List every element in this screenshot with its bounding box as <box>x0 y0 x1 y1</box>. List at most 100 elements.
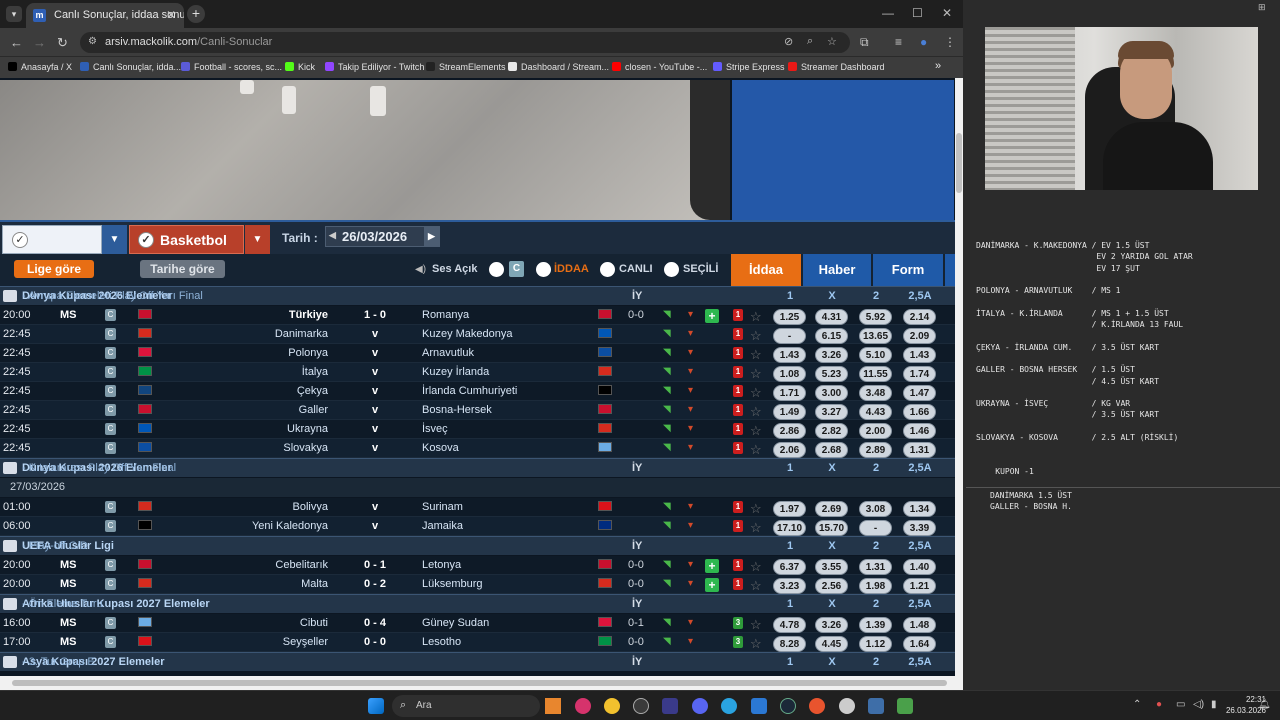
tray-chevron-icon[interactable]: ⌃ <box>1133 699 1141 710</box>
c-badge[interactable]: C <box>105 442 116 454</box>
c-badge[interactable]: C <box>105 366 116 378</box>
match-score[interactable]: v <box>355 423 395 435</box>
odds-button[interactable]: 2.00 <box>859 423 892 439</box>
away-team[interactable]: Güney Sudan <box>422 617 489 629</box>
away-team[interactable]: Bosna-Hersek <box>422 404 492 416</box>
odds-button[interactable]: 1.43 <box>903 347 936 363</box>
stats-icon[interactable]: ▾ <box>688 404 693 415</box>
vertical-scrollbar[interactable] <box>955 78 963 690</box>
media-app-icon[interactable] <box>575 698 591 714</box>
odds-button[interactable]: 3.48 <box>859 385 892 401</box>
favorite-star-icon[interactable]: ☆ <box>750 520 762 536</box>
tv-icon[interactable]: ◥ <box>663 328 671 339</box>
stats-icon[interactable]: ▾ <box>688 385 693 396</box>
away-team[interactable]: Romanya <box>422 309 469 321</box>
site-info-icon[interactable]: ⚙ <box>88 36 97 47</box>
horizontal-scrollbar[interactable] <box>0 676 963 690</box>
away-team[interactable]: Lesotho <box>422 636 461 648</box>
canli-filter-checkbox[interactable] <box>600 262 615 277</box>
away-team[interactable]: Surinam <box>422 501 463 513</box>
bookmark-item[interactable]: StreamElements <box>426 62 506 72</box>
away-team[interactable]: Kuzey Makedonya <box>422 328 513 340</box>
league-header[interactable]: Afrika Uluslar Kupası 2027 Elemeler - Ön … <box>0 594 955 613</box>
favorite-star-icon[interactable]: ☆ <box>750 423 762 439</box>
home-team[interactable]: Malta <box>301 578 328 590</box>
match-score[interactable]: 1 - 0 <box>355 309 395 321</box>
odds-button[interactable]: 1.74 <box>903 366 936 382</box>
bookmark-item[interactable]: closen - YouTube -... <box>612 62 707 72</box>
extensions-icon[interactable]: ⧉ <box>860 35 869 50</box>
bookmark-item[interactable]: Takip Ediliyor - Twitch <box>325 62 424 72</box>
odds-button[interactable]: 1.47 <box>903 385 936 401</box>
odds-button[interactable]: 11.55 <box>859 366 892 382</box>
bookmark-item[interactable]: Football - scores, sc... <box>181 62 282 72</box>
stats-icon[interactable]: ▾ <box>688 520 693 531</box>
odds-button[interactable]: 1.48 <box>903 617 936 633</box>
tv-icon[interactable]: ◥ <box>663 347 671 358</box>
match-score[interactable]: v <box>355 385 395 397</box>
match-score[interactable]: v <box>355 442 395 454</box>
steam-icon[interactable] <box>780 698 796 714</box>
home-team[interactable]: Türkiye <box>289 309 328 321</box>
prev-date-icon[interactable]: ◀ <box>329 230 336 241</box>
stats-icon[interactable]: ▾ <box>688 309 693 320</box>
odds-button[interactable]: 3.00 <box>815 385 848 401</box>
home-team[interactable]: Seyşeller <box>283 636 328 648</box>
odds-button[interactable]: 1.31 <box>903 442 936 458</box>
maximize-icon[interactable]: ☐ <box>912 6 923 20</box>
match-row[interactable]: 20:00 MS C Cebelitarık 0 - 1 Letonya 0-0 ◥ ▾ +1 ☆ 6… <box>0 556 955 575</box>
odds-button[interactable]: 4.31 <box>815 309 848 325</box>
odds-button[interactable]: 1.97 <box>773 501 806 517</box>
home-team[interactable]: Çekya <box>297 385 328 397</box>
odds-button[interactable]: 1.46 <box>903 423 936 439</box>
taskbar-search[interactable]: ⌕ Ara <box>392 695 540 717</box>
tv-icon[interactable]: ◥ <box>663 617 671 628</box>
close-tab-icon[interactable]: ✕ <box>166 8 176 22</box>
match-score[interactable]: 0 - 4 <box>355 617 395 629</box>
odds-button[interactable]: 3.55 <box>815 559 848 575</box>
sound-toggle[interactable]: Ses Açık <box>432 263 477 275</box>
home-team[interactable]: Slovakya <box>283 442 328 454</box>
match-row[interactable]: 16:00 MS C Cibuti 0 - 4 Güney Sudan 0-1 ◥ ▾ 3 ☆ 4.7… <box>0 614 955 633</box>
telegram-icon[interactable] <box>721 698 737 714</box>
c-badge[interactable]: C <box>105 309 116 321</box>
match-row[interactable]: 06:00 C Yeni Kaledonya v Jamaika ◥ ▾ 1 ☆ 17.10 15.… <box>0 517 955 536</box>
match-row[interactable]: 22:45 C Çekya v İrlanda Cumhuriyeti ◥ ▾ 1 ☆ 1.71 3… <box>0 382 955 401</box>
zoom-icon[interactable]: ⌕ <box>807 35 813 48</box>
match-score[interactable]: 0 - 0 <box>355 636 395 648</box>
app-icon[interactable] <box>809 698 825 714</box>
odds-button[interactable]: 1.98 <box>859 578 892 594</box>
odds-button[interactable]: 2.86 <box>773 423 806 439</box>
favorite-star-icon[interactable]: ☆ <box>750 559 762 575</box>
favorite-star-icon[interactable]: ☆ <box>750 385 762 401</box>
home-team[interactable]: İtalya <box>302 366 328 378</box>
stats-icon[interactable]: ▾ <box>688 347 693 358</box>
panel-plus-icon[interactable]: ⊞ <box>1258 2 1266 13</box>
c-badge[interactable]: C <box>105 385 116 397</box>
add-coupon-icon[interactable]: + <box>705 578 719 592</box>
home-team[interactable]: Ukrayna <box>287 423 328 435</box>
match-row[interactable]: 22:45 C Galler v Bosna-Hersek ◥ ▾ 1 ☆ 1.49 3.27 4.4… <box>0 401 955 420</box>
odds-button[interactable]: 3.26 <box>815 617 848 633</box>
c-badge[interactable]: C <box>105 347 116 359</box>
c-filter-checkbox[interactable] <box>489 262 504 277</box>
back-icon[interactable]: ← <box>10 35 23 50</box>
favorite-star-icon[interactable]: ☆ <box>750 501 762 517</box>
start-icon[interactable] <box>368 698 384 714</box>
stats-icon[interactable]: ▾ <box>688 578 693 589</box>
odds-button[interactable]: 1.39 <box>859 617 892 633</box>
add-coupon-icon[interactable]: + <box>705 559 719 573</box>
c-badge[interactable]: C <box>105 617 116 629</box>
odds-button[interactable]: 1.49 <box>773 404 806 420</box>
close-window-icon[interactable]: ✕ <box>942 6 952 20</box>
tab-iddaa[interactable]: İddaa <box>731 254 801 286</box>
match-score[interactable]: 0 - 2 <box>355 578 395 590</box>
stats-icon[interactable]: ▾ <box>688 636 693 647</box>
away-team[interactable]: İrlanda Cumhuriyeti <box>422 385 517 397</box>
stats-icon[interactable]: ▾ <box>688 559 693 570</box>
c-badge[interactable]: C <box>105 328 116 340</box>
odds-button[interactable]: 1.12 <box>859 636 892 652</box>
tv-icon[interactable]: ◥ <box>663 366 671 377</box>
tab-haber[interactable]: Haber <box>803 254 871 286</box>
odds-button[interactable]: 2.89 <box>859 442 892 458</box>
